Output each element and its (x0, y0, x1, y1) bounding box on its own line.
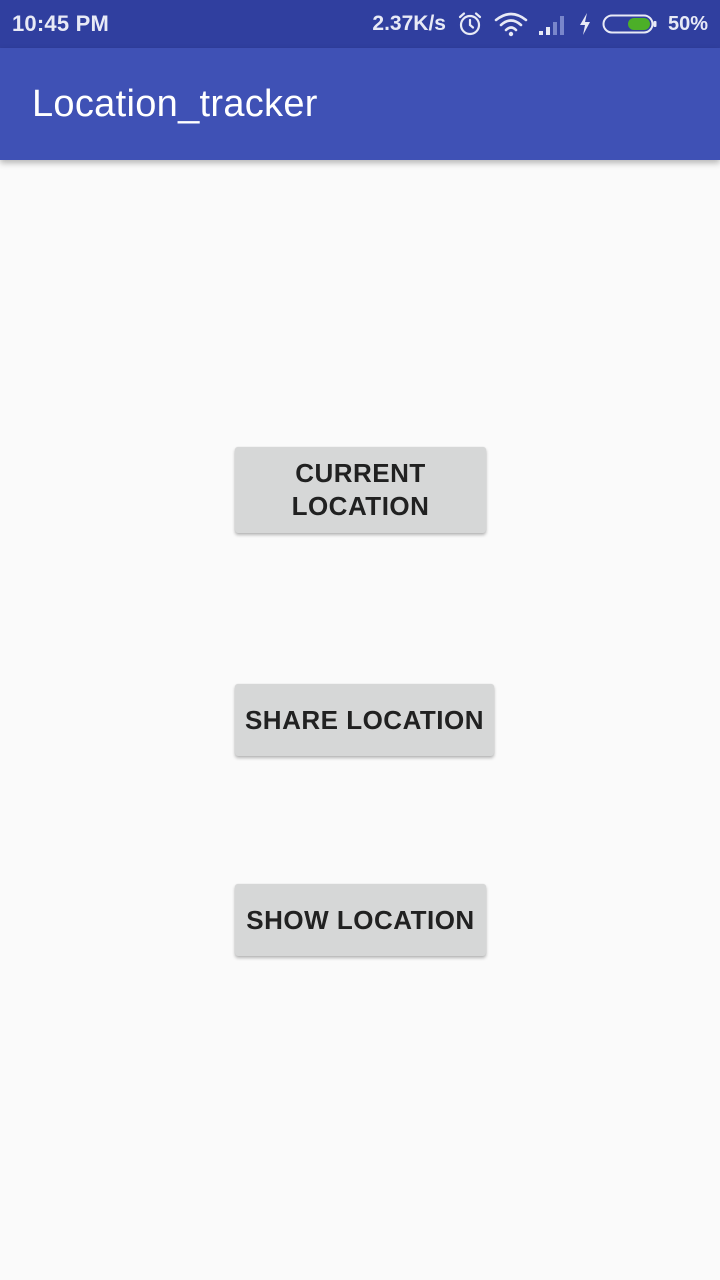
wifi-icon (494, 11, 528, 37)
signal-icon (538, 12, 568, 36)
battery-icon (602, 12, 658, 36)
status-icons: 2.37K/s 50% (372, 10, 708, 38)
status-bar: 10:45 PM 2.37K/s 50% (0, 0, 720, 48)
show-location-button[interactable]: SHOW LOCATION (235, 884, 486, 956)
share-location-button[interactable]: SHARE LOCATION (235, 684, 494, 756)
battery-percent: 50% (667, 12, 708, 35)
network-speed: 2.37K/s (372, 12, 446, 35)
charging-icon (578, 12, 592, 36)
app-bar: Location_tracker (0, 48, 720, 160)
alarm-icon (456, 10, 484, 38)
main-content: CURRENT LOCATION SHARE LOCATION SHOW LOC… (0, 160, 720, 1280)
status-time: 10:45 PM (12, 11, 109, 36)
current-location-button[interactable]: CURRENT LOCATION (235, 447, 486, 533)
app-title: Location_tracker (32, 82, 318, 125)
